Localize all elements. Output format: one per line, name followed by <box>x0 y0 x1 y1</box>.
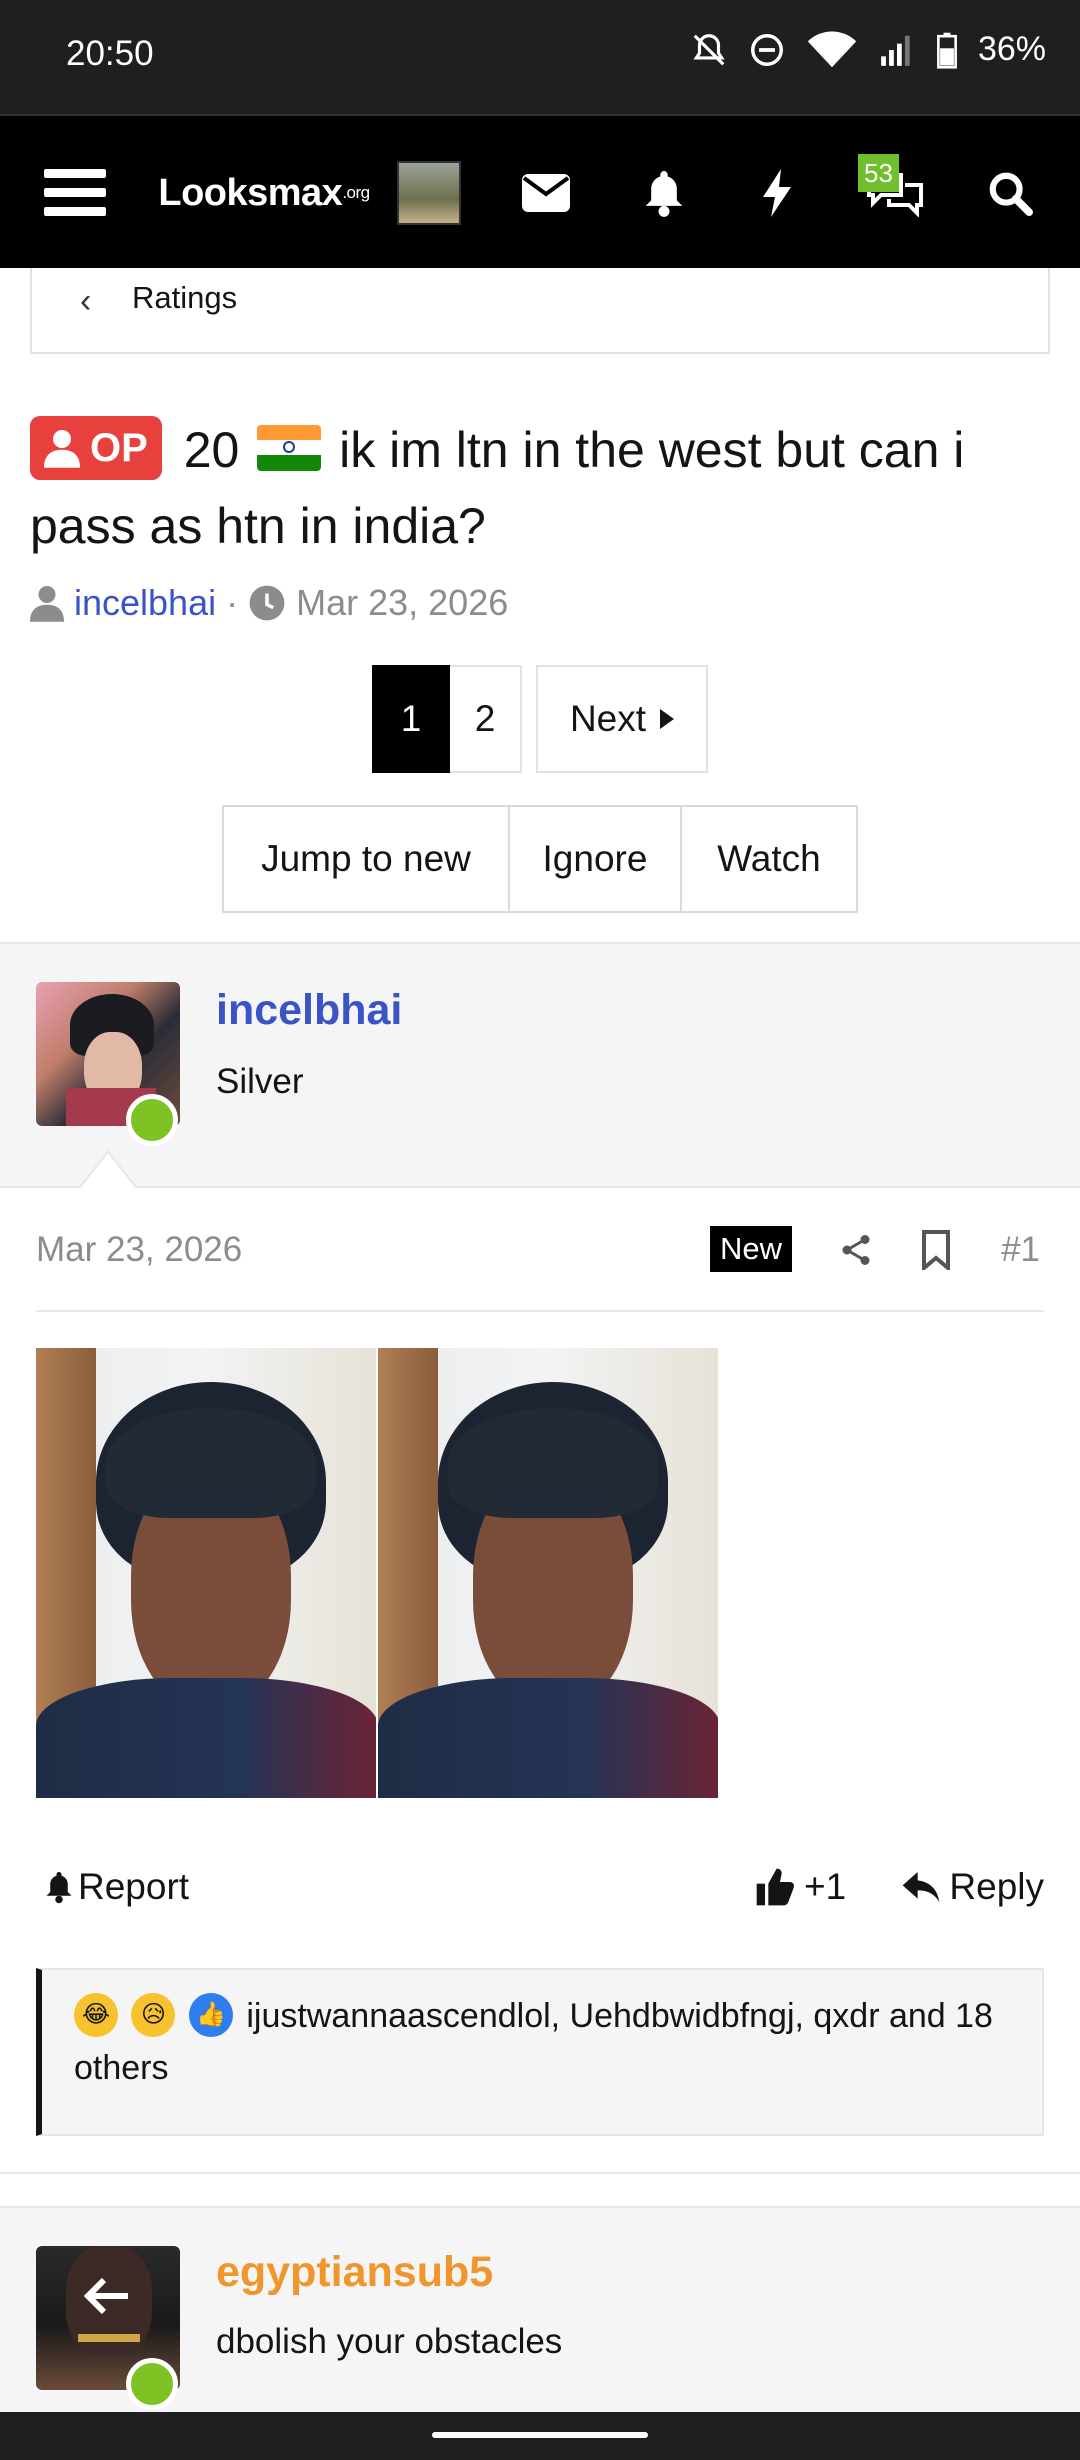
breadcrumb-label: Ratings <box>132 280 238 315</box>
chevron-left-icon: ‹ <box>80 282 92 320</box>
do-not-disturb-icon <box>750 33 783 66</box>
battery-percent: 36% <box>977 30 1046 68</box>
post-username[interactable]: incelbhai <box>216 986 402 1035</box>
like-count: +1 <box>804 1866 847 1907</box>
status-icons: 36% <box>690 30 1046 69</box>
online-status-dot <box>126 1094 178 1146</box>
photo-right <box>378 1348 720 1798</box>
whats-new-button[interactable] <box>752 116 802 270</box>
next-post-user-title: dbolish your obstacles <box>216 2322 563 2361</box>
india-flag-icon <box>257 424 322 471</box>
thread-date: Mar 23, 2026 <box>296 582 509 623</box>
user-icon <box>44 429 80 468</box>
ignore-button[interactable]: Ignore <box>510 807 682 911</box>
report-label: Report <box>78 1866 190 1907</box>
thread-actions: Jump to new Ignore Watch <box>222 805 858 913</box>
post-date[interactable]: Mar 23, 2026 <box>36 1230 242 1270</box>
divider <box>0 2172 1080 2174</box>
post-user-header: incelbhai Silver <box>0 942 1080 1188</box>
caret-right-icon <box>660 709 675 729</box>
gesture-navigation-bar <box>0 2412 1080 2460</box>
top-navbar: Looksmax .org 53 <box>0 114 1080 268</box>
search-icon <box>989 172 1033 216</box>
pagination: 1 2 Next <box>372 665 708 773</box>
next-post-user-header: egyptiansub5 dbolish your obstacles <box>0 2206 1080 2446</box>
signal-icon <box>881 35 910 66</box>
site-logo[interactable]: Looksmax .org <box>158 116 370 270</box>
user-avatar-button[interactable] <box>394 116 464 270</box>
alerts-button[interactable] <box>634 116 694 270</box>
inbox-button[interactable] <box>516 116 576 270</box>
next-post-username[interactable]: egyptiansub5 <box>216 2248 493 2297</box>
hamburger-icon <box>44 169 106 216</box>
bell-icon <box>645 171 683 217</box>
battery-icon <box>937 32 957 69</box>
logo-suffix: .org <box>342 183 370 202</box>
back-arrow-icon <box>84 2277 128 2315</box>
home-indicator[interactable] <box>432 2432 648 2438</box>
title-text: ik im ltn in the west but can i pass as … <box>30 422 965 554</box>
op-label: OP <box>90 425 148 470</box>
next-page-button[interactable]: Next <box>536 665 708 773</box>
laughing-crying-emoji-icon: 😂 <box>74 1993 118 2038</box>
thread-meta: incelbhai · Mar 23, 2026 <box>30 582 508 624</box>
search-button[interactable] <box>980 116 1040 270</box>
bell-muted-icon <box>693 33 725 65</box>
thread-author-link[interactable]: incelbhai <box>74 582 216 624</box>
logo-text: Looksmax <box>158 171 343 214</box>
conversations-badge: 53 <box>858 154 899 192</box>
like-reaction-icon: 👍 <box>188 1993 233 2038</box>
menu-button[interactable] <box>40 116 110 270</box>
thumbs-up-icon <box>756 1868 794 1906</box>
user-title: Silver <box>216 1062 304 1101</box>
photo-left <box>36 1348 378 1798</box>
divider <box>36 1310 1044 1312</box>
page-2-button[interactable]: 2 <box>450 665 522 773</box>
post-number[interactable]: #1 <box>1001 1230 1040 1270</box>
avatar <box>397 161 461 225</box>
bell-icon <box>46 1872 72 1904</box>
user-icon <box>30 586 64 622</box>
new-badge: New <box>710 1226 793 1272</box>
like-button[interactable]: +1 <box>754 1866 846 1908</box>
meta-separator: · <box>226 582 239 623</box>
wifi-icon <box>807 30 857 67</box>
share-icon[interactable] <box>838 1230 874 1270</box>
post-footer: Report +1 Reply <box>36 1860 1044 1920</box>
post-image-attachment[interactable] <box>36 1348 721 1798</box>
report-button[interactable]: Report <box>44 1866 189 1908</box>
page-1-button[interactable]: 1 <box>372 665 450 773</box>
title-prefix: 20 <box>183 422 240 478</box>
reactions-bar[interactable]: 😂 😥 👍 ijustwannaascendlol, Uehdbwidbfngj… <box>36 1968 1044 2136</box>
clock-icon <box>249 585 285 621</box>
jump-to-new-button[interactable]: Jump to new <box>224 807 510 911</box>
breadcrumb[interactable]: ‹ Ratings <box>30 268 1050 354</box>
lightning-icon <box>763 169 791 217</box>
status-bar: 20:50 36% <box>0 0 1080 114</box>
reply-arrow-icon <box>903 1872 940 1902</box>
watch-button[interactable]: Watch <box>682 807 856 911</box>
post-pointer <box>78 1150 138 1189</box>
op-badge: OP <box>30 415 162 480</box>
status-time: 20:50 <box>66 34 154 73</box>
reply-button[interactable]: Reply <box>901 1866 1044 1908</box>
conversations-button[interactable] <box>860 116 930 270</box>
next-label: Next <box>569 698 647 739</box>
online-status-dot <box>126 2358 178 2410</box>
reply-label: Reply <box>949 1866 1044 1907</box>
bookmark-icon[interactable] <box>920 1230 952 1270</box>
thread-title: OP 20 ik im ltn in the west but can i pa… <box>30 412 1050 564</box>
envelope-icon <box>522 174 570 212</box>
sad-emoji-icon: 😥 <box>131 1993 176 2038</box>
